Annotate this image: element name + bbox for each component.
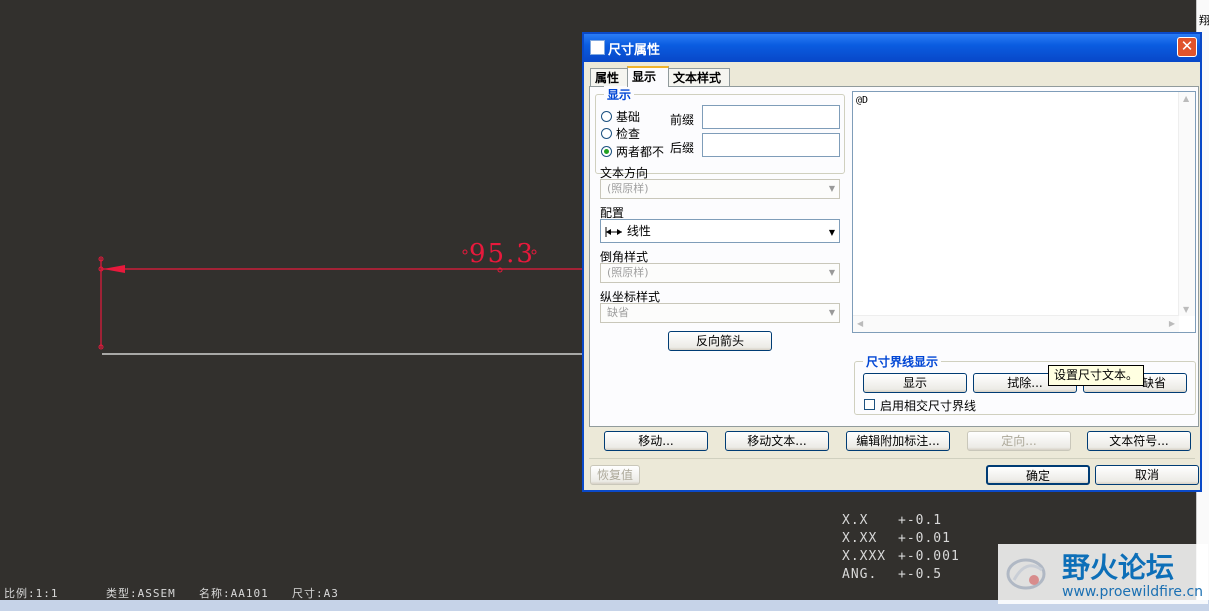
- tab-text-style[interactable]: 文本样式: [668, 68, 730, 86]
- radio-inspection[interactable]: 检查: [601, 125, 640, 142]
- tab-display[interactable]: 显示: [627, 66, 669, 87]
- dimension-text-area[interactable]: @D ▲ ▼ ◀ ▶: [852, 91, 1196, 333]
- edit-attachment-button[interactable]: 编辑附加标注...: [846, 431, 950, 451]
- witness-group-title: 尺寸界线显示: [863, 353, 942, 370]
- watermark: 野火论坛 www.proewildfire.cn: [998, 544, 1208, 604]
- ordinate-style-select[interactable]: 缺省 ▼: [600, 303, 840, 323]
- dimension-properties-dialog: 尺寸属性 ✕ 属性 显示 文本样式 显示 基础 检查 两者都不 前缀 后缀 文本…: [582, 32, 1202, 492]
- status-scale: 比例:1:1: [4, 587, 59, 600]
- separator: [589, 458, 1195, 459]
- move-text-button[interactable]: 移动文本...: [725, 431, 829, 451]
- display-group-title: 显示: [604, 86, 635, 103]
- witness-show-button[interactable]: 显示: [863, 373, 967, 393]
- display-tab-panel: 显示 基础 检查 两者都不 前缀 后缀 文本方向 (照原样) ▼ 配置 线性 ▼…: [589, 86, 1199, 427]
- suffix-label: 后缀: [670, 141, 695, 155]
- close-button[interactable]: ✕: [1177, 37, 1197, 57]
- tolerance-table: X.X +-0.1 X.XX +-0.01 X.XXX +-0.001 ANG. +-0.5: [842, 513, 992, 585]
- status-size: 尺寸:A3: [292, 587, 339, 600]
- tolerance-row: ANG. +-0.5: [842, 567, 992, 585]
- chevron-down-icon: ▼: [828, 184, 835, 193]
- tolerance-format: X.XXX: [842, 549, 887, 564]
- scroll-down-icon[interactable]: ▼: [1183, 305, 1189, 314]
- flip-arrows-button[interactable]: 反向箭头: [668, 331, 772, 351]
- vertical-scrollbar[interactable]: ▲ ▼: [1178, 92, 1195, 316]
- tolerance-value: +-0.5: [898, 567, 943, 582]
- scroll-right-icon[interactable]: ▶: [1169, 319, 1175, 328]
- horizontal-scrollbar[interactable]: ◀ ▶: [853, 315, 1179, 332]
- tolerance-value: +-0.001: [898, 549, 960, 564]
- chevron-down-icon: ▼: [828, 308, 835, 317]
- text-handle-left[interactable]: [462, 249, 468, 255]
- tolerance-value: +-0.01: [898, 531, 951, 546]
- dialog-titlebar[interactable]: 尺寸属性 ✕: [584, 34, 1200, 62]
- scroll-left-icon[interactable]: ◀: [857, 319, 863, 328]
- window-icon: [590, 40, 605, 55]
- tolerance-row: X.X +-0.1: [842, 513, 992, 531]
- ok-button[interactable]: 确定: [986, 465, 1090, 485]
- watermark-title: 野火论坛: [1062, 551, 1175, 584]
- tab-properties[interactable]: 属性: [590, 68, 628, 86]
- dimension-value[interactable]: 95.3: [469, 239, 535, 269]
- radio-basic-label: 基础: [616, 110, 641, 124]
- radio-neither-dot[interactable]: [601, 146, 612, 157]
- chamfer-style-value: (照原样): [607, 266, 649, 279]
- dialog-title: 尺寸属性: [608, 43, 661, 58]
- restore-values-button[interactable]: 恢复值: [590, 465, 640, 485]
- tooltip: 设置尺寸文本。: [1048, 365, 1145, 386]
- scroll-up-icon[interactable]: ▲: [1183, 94, 1189, 103]
- chevron-down-icon: ▼: [828, 268, 835, 277]
- tolerance-row: X.XXX +-0.001: [842, 549, 992, 567]
- watermark-logo-icon: [1006, 558, 1046, 590]
- text-direction-value: (照原样): [607, 182, 649, 195]
- tolerance-format: X.XX: [842, 531, 878, 546]
- prefix-label: 前缀: [670, 113, 695, 127]
- radio-inspection-label: 检查: [616, 127, 641, 141]
- radio-inspection-dot[interactable]: [601, 128, 612, 139]
- linear-dimension-icon: [605, 226, 622, 237]
- chamfer-style-select[interactable]: (照原样) ▼: [600, 263, 840, 283]
- text-symbol-button[interactable]: 文本符号...: [1087, 431, 1191, 451]
- edge-char-1: 翔: [1199, 14, 1209, 27]
- tolerance-value: +-0.1: [898, 513, 943, 528]
- dimension-arrow: [103, 265, 125, 273]
- intersecting-witness-label: 启用相交尺寸界线: [880, 399, 977, 413]
- radio-basic-dot[interactable]: [601, 111, 612, 122]
- config-select[interactable]: 线性 ▼: [600, 219, 840, 243]
- watermark-url: www.proewildfire.cn: [1062, 584, 1204, 600]
- status-type: 类型:ASSEM: [106, 587, 176, 600]
- tolerance-row: X.XX +-0.01: [842, 531, 992, 549]
- intersecting-witness-checkbox[interactable]: [864, 399, 875, 410]
- suffix-input[interactable]: [702, 133, 840, 157]
- status-name: 名称:AA101: [199, 587, 269, 600]
- chevron-down-icon: ▼: [828, 228, 835, 237]
- cancel-button[interactable]: 取消: [1095, 465, 1199, 485]
- radio-neither[interactable]: 两者都不: [601, 143, 664, 160]
- radio-neither-label: 两者都不: [616, 145, 665, 159]
- text-direction-select[interactable]: (照原样) ▼: [600, 179, 840, 199]
- move-button[interactable]: 移动...: [604, 431, 708, 451]
- ordinate-style-value: 缺省: [607, 306, 629, 319]
- orient-button[interactable]: 定向...: [967, 431, 1071, 451]
- dimension-text[interactable]: @D: [856, 95, 868, 106]
- prefix-input[interactable]: [702, 105, 840, 129]
- tolerance-format: X.X: [842, 513, 869, 528]
- config-value: 线性: [626, 224, 651, 238]
- tolerance-format: ANG.: [842, 567, 878, 582]
- radio-basic[interactable]: 基础: [601, 108, 640, 125]
